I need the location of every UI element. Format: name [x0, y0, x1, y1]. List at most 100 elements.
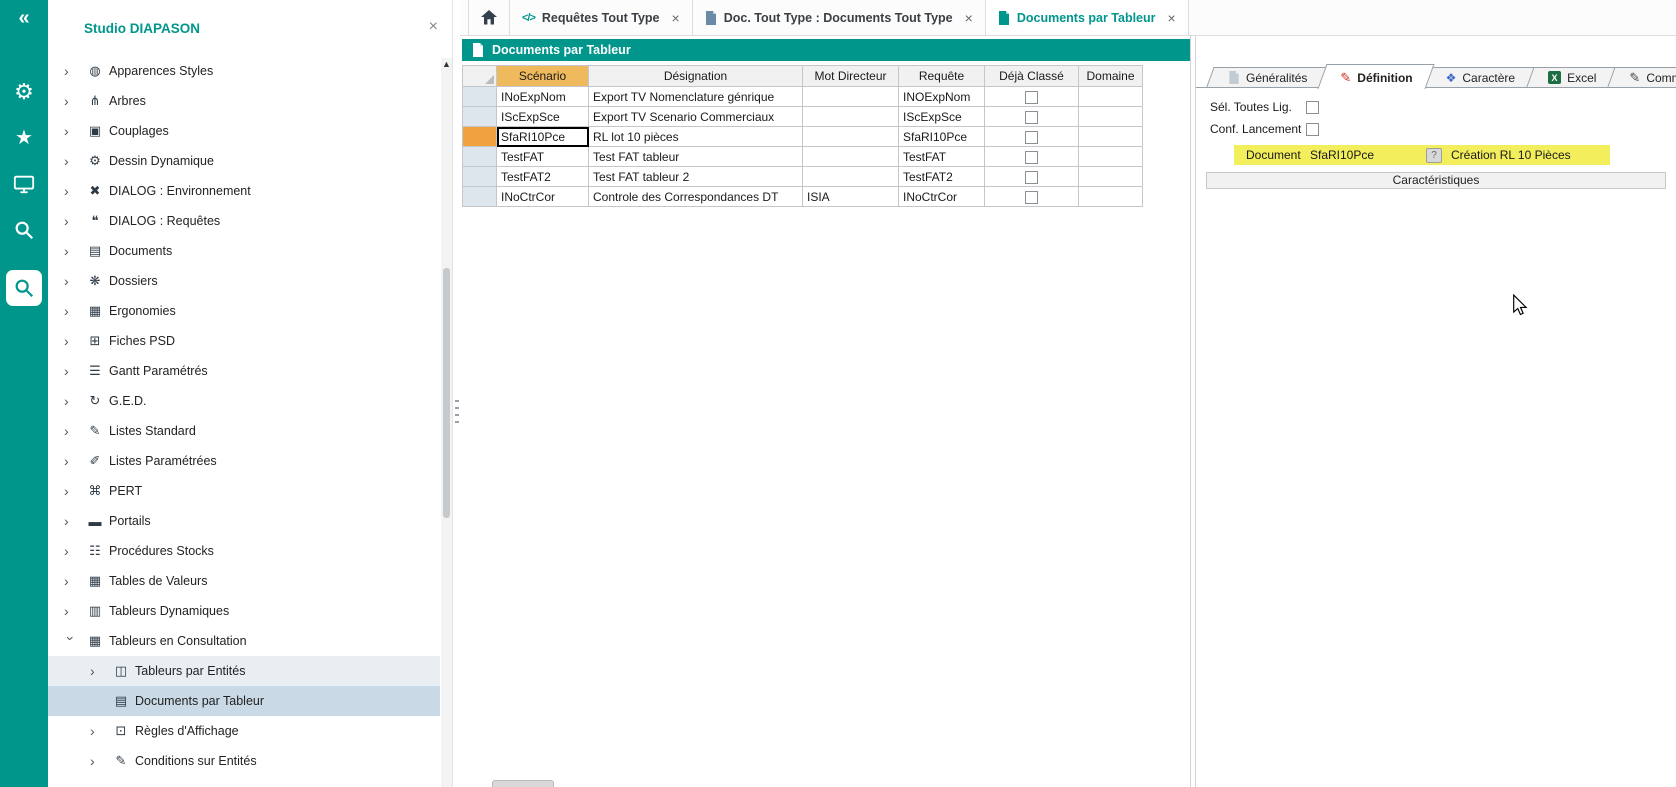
cell-domaine[interactable] [1079, 147, 1143, 167]
chevron-right-icon[interactable]: › [64, 93, 84, 109]
chevron-right-icon[interactable]: › [64, 153, 84, 169]
row-header[interactable] [463, 107, 497, 127]
cell-domaine[interactable] [1079, 87, 1143, 107]
tab-caractere[interactable]: ❖ Caractère [1432, 67, 1529, 88]
row-header[interactable] [463, 87, 497, 107]
column-header-scenario[interactable]: Scénario [497, 66, 589, 87]
chevron-down-icon[interactable]: › [63, 636, 79, 656]
deja-classe-checkbox[interactable] [1025, 111, 1038, 124]
cell-deja-classe[interactable] [985, 167, 1079, 187]
chevron-right-icon[interactable]: › [64, 273, 84, 289]
sidebar-item-tables-de-valeurs[interactable]: ›▦Tables de Valeurs [48, 566, 440, 596]
close-tab-icon[interactable]: × [965, 10, 973, 26]
cell-designation[interactable]: Test FAT tableur 2 [589, 167, 803, 187]
sidebar-item-regles-affichage[interactable]: ›⊡Règles d'Affichage [48, 716, 440, 746]
monitor-icon[interactable] [0, 164, 48, 204]
sidebar-item-documents[interactable]: ›▤Documents [48, 236, 440, 266]
sidebar-item-documents-par-tableur[interactable]: ▤Documents par Tableur [48, 686, 440, 716]
chevron-right-icon[interactable]: › [64, 63, 84, 79]
cell-requete[interactable]: IScExpSce [899, 107, 985, 127]
chevron-right-icon[interactable]: › [64, 363, 84, 379]
chevron-right-icon[interactable]: › [64, 243, 84, 259]
cell-designation[interactable]: RL lot 10 pièces [589, 127, 803, 147]
sidebar-splitter[interactable] [452, 0, 460, 787]
cell-scenario-selected[interactable]: SfaRI10Pce [497, 127, 589, 147]
cell-scenario[interactable]: TestFAT [497, 147, 589, 167]
deja-classe-checkbox[interactable] [1025, 131, 1038, 144]
chevron-right-icon[interactable]: › [90, 753, 110, 769]
cell-domaine[interactable] [1079, 187, 1143, 207]
favorites-star-icon[interactable]: ★ [0, 118, 48, 158]
cell-mot-directeur[interactable] [803, 127, 899, 147]
select-all-corner-cell[interactable] [463, 66, 497, 87]
cell-mot-directeur[interactable] [803, 107, 899, 127]
cell-designation[interactable]: Export TV Scenario Commerciaux [589, 107, 803, 127]
close-tab-icon[interactable]: × [1168, 10, 1176, 26]
document-lookup-button[interactable]: ? [1426, 148, 1442, 163]
chevron-right-icon[interactable]: › [90, 723, 110, 739]
cell-mot-directeur[interactable] [803, 167, 899, 187]
chevron-right-icon[interactable]: › [64, 543, 84, 559]
chevron-right-icon[interactable]: › [64, 603, 84, 619]
sidebar-close-icon[interactable]: × [429, 19, 438, 35]
chevron-right-icon[interactable]: › [64, 123, 84, 139]
tab-documents-par-tableur[interactable]: Documents par Tableur × [986, 0, 1189, 35]
chevron-right-icon[interactable]: › [64, 303, 84, 319]
cell-requete[interactable]: INoCtrCor [899, 187, 985, 207]
scroll-up-icon[interactable]: ▲ [441, 59, 452, 69]
splitter-grip[interactable] [455, 400, 459, 426]
sidebar-item-fiches-psd[interactable]: ›⊞Fiches PSD [48, 326, 440, 356]
sidebar-item-conditions-sur-entites[interactable]: ›✎Conditions sur Entités [48, 746, 440, 776]
chevron-right-icon[interactable]: › [64, 513, 84, 529]
settings-gear-icon[interactable]: ⚙ [0, 72, 48, 112]
sidebar-item-dossiers[interactable]: ›❋Dossiers [48, 266, 440, 296]
deja-classe-checkbox[interactable] [1025, 91, 1038, 104]
tab-excel[interactable]: X Excel [1534, 67, 1610, 88]
sidebar-item-couplages[interactable]: ›▣Couplages [48, 116, 440, 146]
cell-requete[interactable]: SfaRI10Pce [899, 127, 985, 147]
bottom-partial-button[interactable] [492, 780, 554, 787]
sidebar-item-ergonomies[interactable]: ›▦Ergonomies [48, 296, 440, 326]
deja-classe-checkbox[interactable] [1025, 151, 1038, 164]
collapse-sidebar-icon[interactable]: « [18, 6, 29, 30]
chevron-right-icon[interactable]: › [64, 453, 84, 469]
row-header-selected[interactable] [463, 127, 497, 147]
cell-mot-directeur[interactable] [803, 147, 899, 167]
chevron-right-icon[interactable]: › [64, 333, 84, 349]
cell-deja-classe[interactable] [985, 127, 1079, 147]
column-header-deja-classe[interactable]: Déjà Classé [985, 66, 1079, 87]
cell-requete[interactable]: INOExpNom [899, 87, 985, 107]
cell-designation[interactable]: Controle des Correspondances DT [589, 187, 803, 207]
sidebar-item-tableurs-dynamiques[interactable]: ›▥Tableurs Dynamiques [48, 596, 440, 626]
cell-designation[interactable]: Test FAT tableur [589, 147, 803, 167]
row-header[interactable] [463, 147, 497, 167]
sidebar-item-tableurs-par-entites[interactable]: ›◫Tableurs par Entités [48, 656, 440, 686]
sidebar-item-arbres[interactable]: ›⋔Arbres [48, 86, 440, 116]
search-explorer-active-icon[interactable] [0, 268, 48, 308]
sidebar-item-gantt-parametres[interactable]: ›☰Gantt Paramétrés [48, 356, 440, 386]
cell-deja-classe[interactable] [985, 87, 1079, 107]
cell-scenario[interactable]: INoCtrCor [497, 187, 589, 207]
tab-commentaire[interactable]: ✎ Commentaire [1615, 67, 1676, 88]
chevron-right-icon[interactable]: › [64, 183, 84, 199]
row-header[interactable] [463, 167, 497, 187]
tab-definition[interactable]: ✎ Définition [1326, 67, 1426, 88]
cell-domaine[interactable] [1079, 107, 1143, 127]
sidebar-item-dessin-dynamique[interactable]: ›⚙Dessin Dynamique [48, 146, 440, 176]
cell-requete[interactable]: TestFAT [899, 147, 985, 167]
sidebar-item-tableurs-en-consultation[interactable]: ›▦Tableurs en Consultation [48, 626, 440, 656]
chevron-right-icon[interactable]: › [64, 573, 84, 589]
sidebar-item-portails[interactable]: ›▬Portails [48, 506, 440, 536]
scrollbar-thumb[interactable] [443, 268, 450, 518]
column-header-requete[interactable]: Requête [899, 66, 985, 87]
sidebar-item-procedures-stocks[interactable]: ›☷Procédures Stocks [48, 536, 440, 566]
column-header-designation[interactable]: Désignation [589, 66, 803, 87]
cell-scenario[interactable]: INoExpNom [497, 87, 589, 107]
cell-deja-classe[interactable] [985, 187, 1079, 207]
row-header[interactable] [463, 187, 497, 207]
document-value[interactable]: SfaRI10Pce [1310, 148, 1426, 162]
sel-toutes-lig-checkbox[interactable] [1306, 101, 1319, 114]
sidebar-item-apparences-styles[interactable]: ›◍Apparences Styles [48, 56, 440, 86]
tab-home[interactable] [468, 0, 510, 35]
close-tab-icon[interactable]: × [672, 10, 680, 26]
